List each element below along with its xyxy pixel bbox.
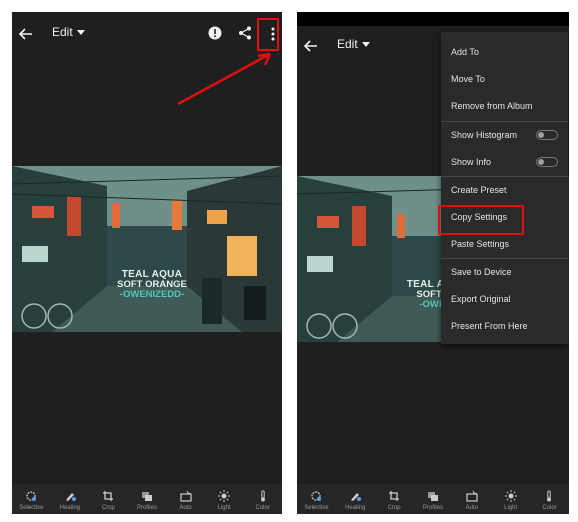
menu-item-label: Create Preset [451, 185, 507, 195]
menu-item-show-histogram[interactable]: Show Histogram [441, 122, 568, 148]
tool-profiles[interactable]: Profiles [132, 490, 162, 511]
street-photo: TEAL AQUA SOFT ORANGE -OWENIZEDD- [12, 166, 282, 332]
tool-healing[interactable]: Healing [340, 490, 370, 511]
selective-icon [311, 491, 322, 501]
tool-crop[interactable]: Crop [93, 490, 123, 511]
tool-label: Light [504, 505, 518, 511]
tool-bar: Selective Healing Crop Profiles Auto Lig… [12, 484, 282, 514]
crop-icon [389, 491, 400, 501]
alert-info-icon[interactable] [208, 26, 222, 40]
crop-icon [103, 491, 114, 501]
share-icon[interactable] [238, 26, 252, 40]
tool-label: Auto [179, 505, 192, 511]
tool-label: Color [255, 505, 270, 511]
menu-item-label: Show Info [451, 157, 492, 167]
thermometer-icon [547, 490, 552, 502]
healing-brush-icon [351, 493, 362, 501]
edit-mode-label: Edit [337, 37, 358, 51]
toggle-knob [538, 159, 544, 165]
menu-item-show-info[interactable]: Show Info [441, 149, 568, 175]
copy-settings-highlight [438, 205, 524, 235]
menu-item-label: Present From Here [451, 321, 528, 331]
edit-mode-label: Edit [52, 25, 73, 39]
edit-mode-dropdown[interactable]: Edit [337, 37, 370, 51]
menu-item-label: Paste Settings [451, 239, 510, 249]
menu-item-remove-from-album[interactable]: Remove from Album [441, 93, 568, 119]
tool-label: Selective [19, 505, 44, 511]
tool-color[interactable]: Color [534, 490, 564, 511]
tool-light[interactable]: Light [209, 490, 239, 511]
toggle-knob [538, 132, 544, 138]
annotation-arrow [177, 52, 272, 106]
menu-item-create-preset[interactable]: Create Preset [441, 177, 568, 203]
info-toggle[interactable] [536, 157, 558, 167]
arrow-left-icon[interactable] [18, 26, 34, 42]
edit-mode-dropdown[interactable]: Edit [52, 25, 85, 39]
menu-item-add-to[interactable]: Add To [441, 39, 568, 65]
tool-label: Auto [465, 505, 478, 511]
tool-label: Selective [304, 505, 329, 511]
tool-bar: Selective Healing Crop Profiles Auto Lig… [297, 484, 569, 514]
chevron-down-icon [361, 41, 370, 47]
tool-label: Profiles [136, 505, 157, 511]
tool-selective[interactable]: Selective [301, 490, 331, 511]
tool-crop[interactable]: Crop [379, 490, 409, 511]
tool-label: Light [217, 505, 231, 511]
healing-brush-icon [65, 493, 76, 501]
top-bar: Edit [12, 18, 282, 51]
more-options-menu: Add To Move To Remove from Album Show Hi… [441, 32, 568, 344]
tool-label: Crop [101, 505, 115, 511]
tool-label: Profiles [422, 505, 443, 511]
chevron-down-icon [76, 29, 85, 35]
menu-item-label: Export Original [451, 294, 511, 304]
menu-item-save-to-device[interactable]: Save to Device [441, 259, 568, 285]
histogram-toggle[interactable] [536, 130, 558, 140]
left-screen: Edit TEAL AQUA SOFT ORANGE -OWENIZEDD- S… [12, 12, 282, 514]
tool-label: Color [542, 505, 557, 511]
photo-text-line3: -OWENIZEDD- [119, 289, 185, 300]
arrow-left-icon[interactable] [303, 38, 319, 54]
auto-icon [466, 490, 478, 502]
menu-item-label: Add To [451, 47, 479, 57]
tool-selective[interactable]: Selective [16, 490, 46, 511]
tool-light[interactable]: Light [496, 490, 526, 511]
auto-icon [179, 490, 192, 502]
tool-auto[interactable]: Auto [171, 490, 201, 511]
menu-item-label: Save to Device [451, 267, 512, 277]
tool-profiles[interactable]: Profiles [418, 490, 448, 511]
menu-item-label: Remove from Album [451, 101, 533, 111]
menu-item-move-to[interactable]: Move To [441, 66, 568, 92]
right-screen: Edit TEAL AQUA SOFT OF -OWENI Add To Mov… [297, 12, 569, 514]
menu-item-label: Show Histogram [451, 130, 518, 140]
tool-healing[interactable]: Healing [55, 490, 85, 511]
sun-icon [218, 490, 231, 502]
photo-watermark-text: TEAL AQUA SOFT ORANGE -OWENIZEDD- [112, 270, 192, 300]
thermometer-icon [260, 490, 265, 502]
tool-color[interactable]: Color [248, 490, 278, 511]
status-bar [297, 12, 569, 26]
menu-item-export-original[interactable]: Export Original [441, 286, 568, 312]
profiles-icon [427, 492, 438, 501]
menu-item-present-from-here[interactable]: Present From Here [441, 313, 568, 339]
tool-label: Healing [345, 505, 366, 511]
tool-label: Crop [387, 505, 401, 511]
tool-auto[interactable]: Auto [457, 490, 487, 511]
selective-icon [26, 491, 37, 501]
menu-item-label: Move To [451, 74, 485, 84]
profiles-icon [141, 492, 152, 501]
sun-icon [504, 490, 517, 502]
tool-label: Healing [59, 505, 81, 511]
